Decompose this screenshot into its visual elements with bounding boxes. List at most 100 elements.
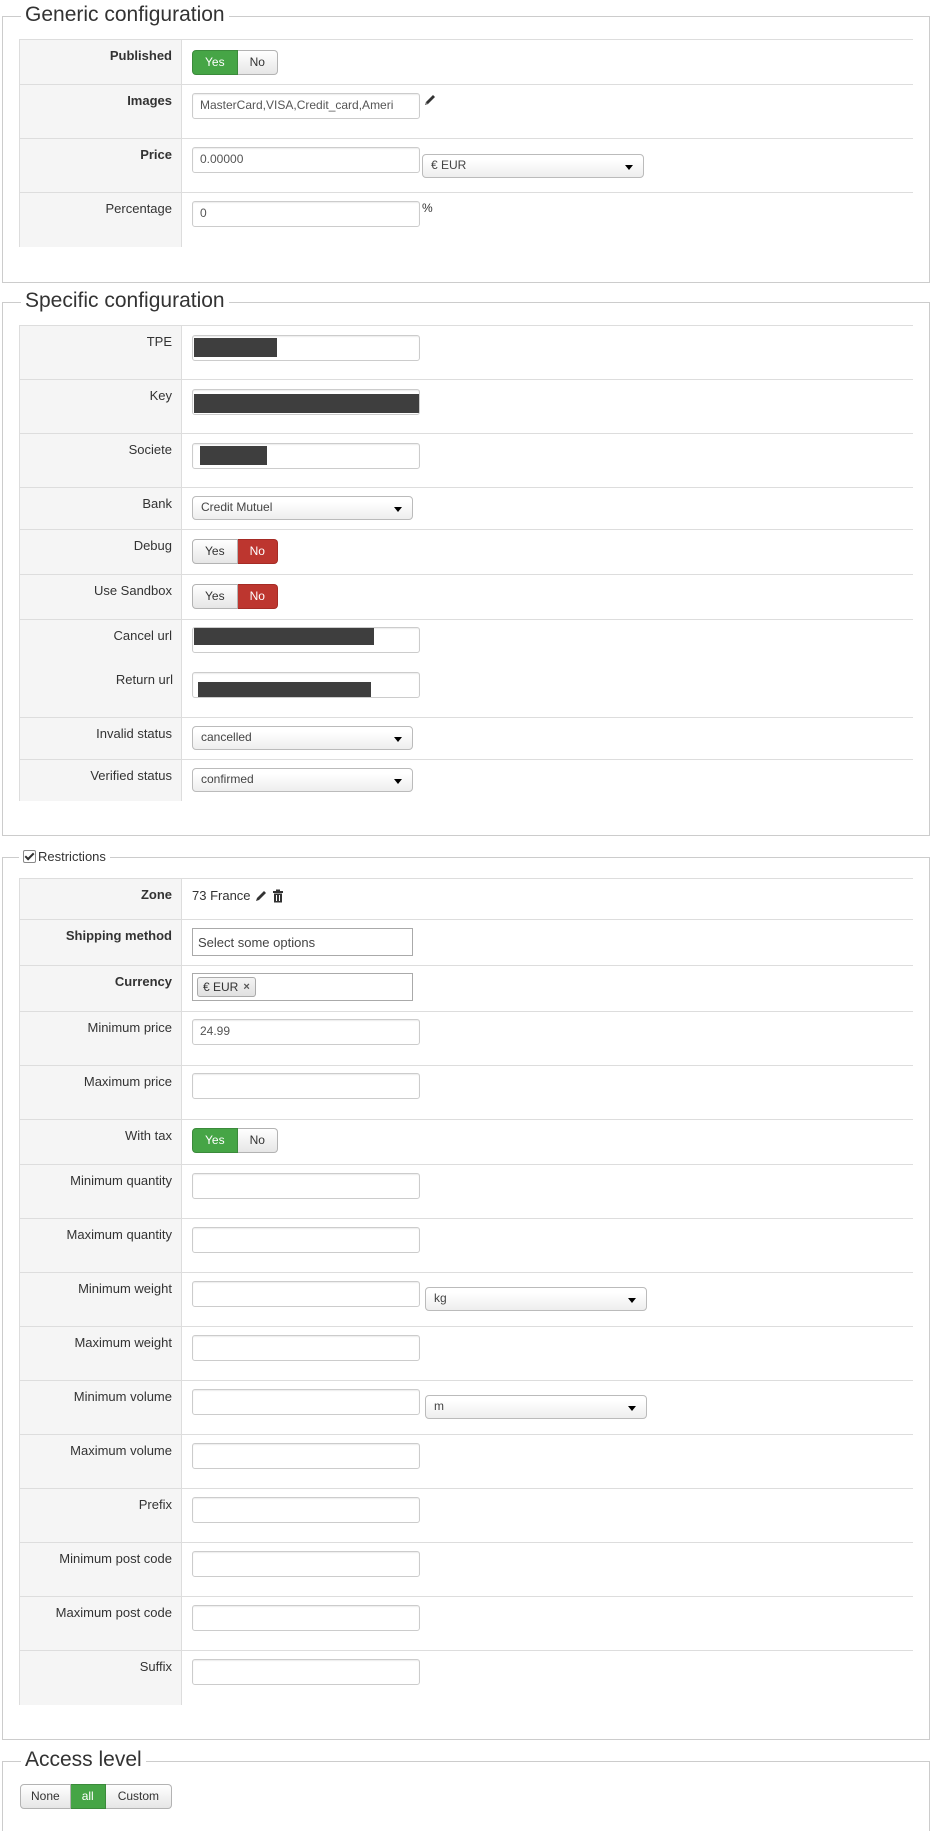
tpe-input[interactable] <box>192 335 420 361</box>
row-tpe: TPE <box>20 325 913 379</box>
with-tax-yes-button[interactable]: Yes <box>192 1128 238 1153</box>
row-max-post-code: Maximum post code <box>20 1596 913 1650</box>
row-min-quantity: Minimum quantity <box>20 1164 913 1218</box>
with-tax-toggle: Yes No <box>192 1128 278 1153</box>
debug-toggle: Yes No <box>192 539 278 564</box>
return-url-input[interactable] <box>192 672 420 698</box>
restrictions-legend-label: Restrictions <box>38 849 106 864</box>
published-label: Published <box>20 40 182 84</box>
verified-status-select[interactable]: confirmed <box>192 768 413 792</box>
verified-status-value: confirmed <box>201 772 254 786</box>
published-no-button[interactable]: No <box>237 50 278 75</box>
access-none-button[interactable]: None <box>20 1784 71 1809</box>
cancel-url-input[interactable] <box>192 627 420 653</box>
weight-unit-select[interactable]: kg <box>425 1287 647 1311</box>
access-level-legend: Access level <box>21 1748 146 1772</box>
shipping-method-multiselect[interactable]: Select some options <box>192 928 413 956</box>
min-quantity-input[interactable] <box>192 1173 420 1199</box>
row-sandbox: Use Sandbox Yes No <box>20 574 913 619</box>
restrictions-legend: Restrictions <box>19 849 110 864</box>
with-tax-no-button[interactable]: No <box>237 1128 278 1153</box>
row-min-post-code: Minimum post code <box>20 1542 913 1596</box>
societe-input[interactable] <box>192 443 420 469</box>
with-tax-label: With tax <box>20 1120 182 1164</box>
volume-unit-value: m <box>434 1399 444 1413</box>
percent-sign: % <box>422 201 433 215</box>
max-quantity-input[interactable] <box>192 1227 420 1253</box>
price-currency-select[interactable]: € EUR <box>422 154 644 178</box>
redacted-value <box>200 446 267 465</box>
debug-no-button[interactable]: No <box>237 539 278 564</box>
restrictions-checkbox[interactable] <box>23 850 36 863</box>
invalid-status-select[interactable]: cancelled <box>192 726 413 750</box>
edit-pencil-icon[interactable] <box>254 889 268 903</box>
suffix-input[interactable] <box>192 1659 420 1685</box>
specific-configuration-table: TPE Key Societe Bank Credit Mutuel Debug… <box>19 325 913 801</box>
societe-label: Societe <box>20 434 182 487</box>
currency-tag: € EUR × <box>197 977 256 997</box>
row-key: Key <box>20 379 913 433</box>
max-volume-input[interactable] <box>192 1443 420 1469</box>
row-max-weight: Maximum weight <box>20 1326 913 1380</box>
row-max-price: Maximum price <box>20 1065 913 1119</box>
generic-configuration-table: Published Yes No Images MasterCard,VISA,… <box>19 39 913 247</box>
min-weight-input[interactable] <box>192 1281 420 1307</box>
row-percentage: Percentage 0 % <box>20 192 913 247</box>
price-currency-value: € EUR <box>431 158 467 172</box>
min-price-input[interactable]: 24.99 <box>192 1019 420 1045</box>
suffix-label: Suffix <box>20 1651 182 1705</box>
sandbox-yes-button[interactable]: Yes <box>192 584 238 609</box>
row-prefix: Prefix <box>20 1488 913 1542</box>
access-level-fieldset: Access level None all Custom <box>2 1748 930 1831</box>
restrictions-fieldset: Restrictions Zone 73 France Shipping met… <box>2 849 930 1740</box>
currency-multiselect[interactable]: € EUR × <box>192 973 413 1001</box>
trash-icon[interactable] <box>271 889 285 903</box>
max-weight-label: Maximum weight <box>20 1327 182 1380</box>
bank-select[interactable]: Credit Mutuel <box>192 496 413 520</box>
prefix-input[interactable] <box>192 1497 420 1523</box>
chevron-down-icon <box>628 1298 636 1303</box>
min-post-code-input[interactable] <box>192 1551 420 1577</box>
chevron-down-icon <box>394 779 402 784</box>
percentage-input[interactable]: 0 <box>192 201 420 227</box>
bank-label: Bank <box>20 488 182 529</box>
row-currency: Currency € EUR × <box>20 965 913 1011</box>
min-price-label: Minimum price <box>20 1012 182 1065</box>
row-images: Images MasterCard,VISA,Credit_card,Ameri <box>20 84 913 138</box>
min-volume-input[interactable] <box>192 1389 420 1415</box>
generic-configuration-legend: Generic configuration <box>21 3 229 27</box>
access-all-button[interactable]: all <box>70 1784 106 1809</box>
return-url-label: Return url <box>115 672 173 687</box>
access-custom-button[interactable]: Custom <box>105 1784 173 1809</box>
price-input[interactable]: 0.00000 <box>192 147 420 173</box>
chevron-down-icon <box>394 507 402 512</box>
shipping-method-label: Shipping method <box>20 920 182 965</box>
row-price: Price 0.00000 € EUR <box>20 138 913 192</box>
max-volume-label: Maximum volume <box>20 1435 182 1488</box>
edit-pencil-icon[interactable] <box>423 93 437 107</box>
invalid-status-label: Invalid status <box>20 718 182 759</box>
debug-yes-button[interactable]: Yes <box>192 539 238 564</box>
volume-unit-select[interactable]: m <box>425 1395 647 1419</box>
redacted-value <box>194 394 419 413</box>
row-zone: Zone 73 France <box>20 878 913 919</box>
max-weight-input[interactable] <box>192 1335 420 1361</box>
sandbox-no-button[interactable]: No <box>237 584 278 609</box>
chevron-down-icon <box>394 737 402 742</box>
remove-tag-icon[interactable]: × <box>243 981 249 993</box>
sandbox-toggle: Yes No <box>192 584 278 609</box>
max-post-code-input[interactable] <box>192 1605 420 1631</box>
max-price-label: Maximum price <box>20 1066 182 1119</box>
max-price-input[interactable] <box>192 1073 420 1099</box>
published-yes-button[interactable]: Yes <box>192 50 238 75</box>
max-quantity-label: Maximum quantity <box>20 1219 182 1272</box>
generic-configuration-fieldset: Generic configuration Published Yes No I… <box>2 3 930 283</box>
min-post-code-label: Minimum post code <box>20 1543 182 1596</box>
price-label: Price <box>20 139 182 192</box>
key-input[interactable] <box>192 389 420 415</box>
images-input[interactable]: MasterCard,VISA,Credit_card,Ameri <box>192 93 420 119</box>
key-label: Key <box>20 380 182 433</box>
debug-label: Debug <box>20 530 182 574</box>
row-min-price: Minimum price 24.99 <box>20 1011 913 1065</box>
shipping-method-placeholder: Select some options <box>198 934 316 950</box>
